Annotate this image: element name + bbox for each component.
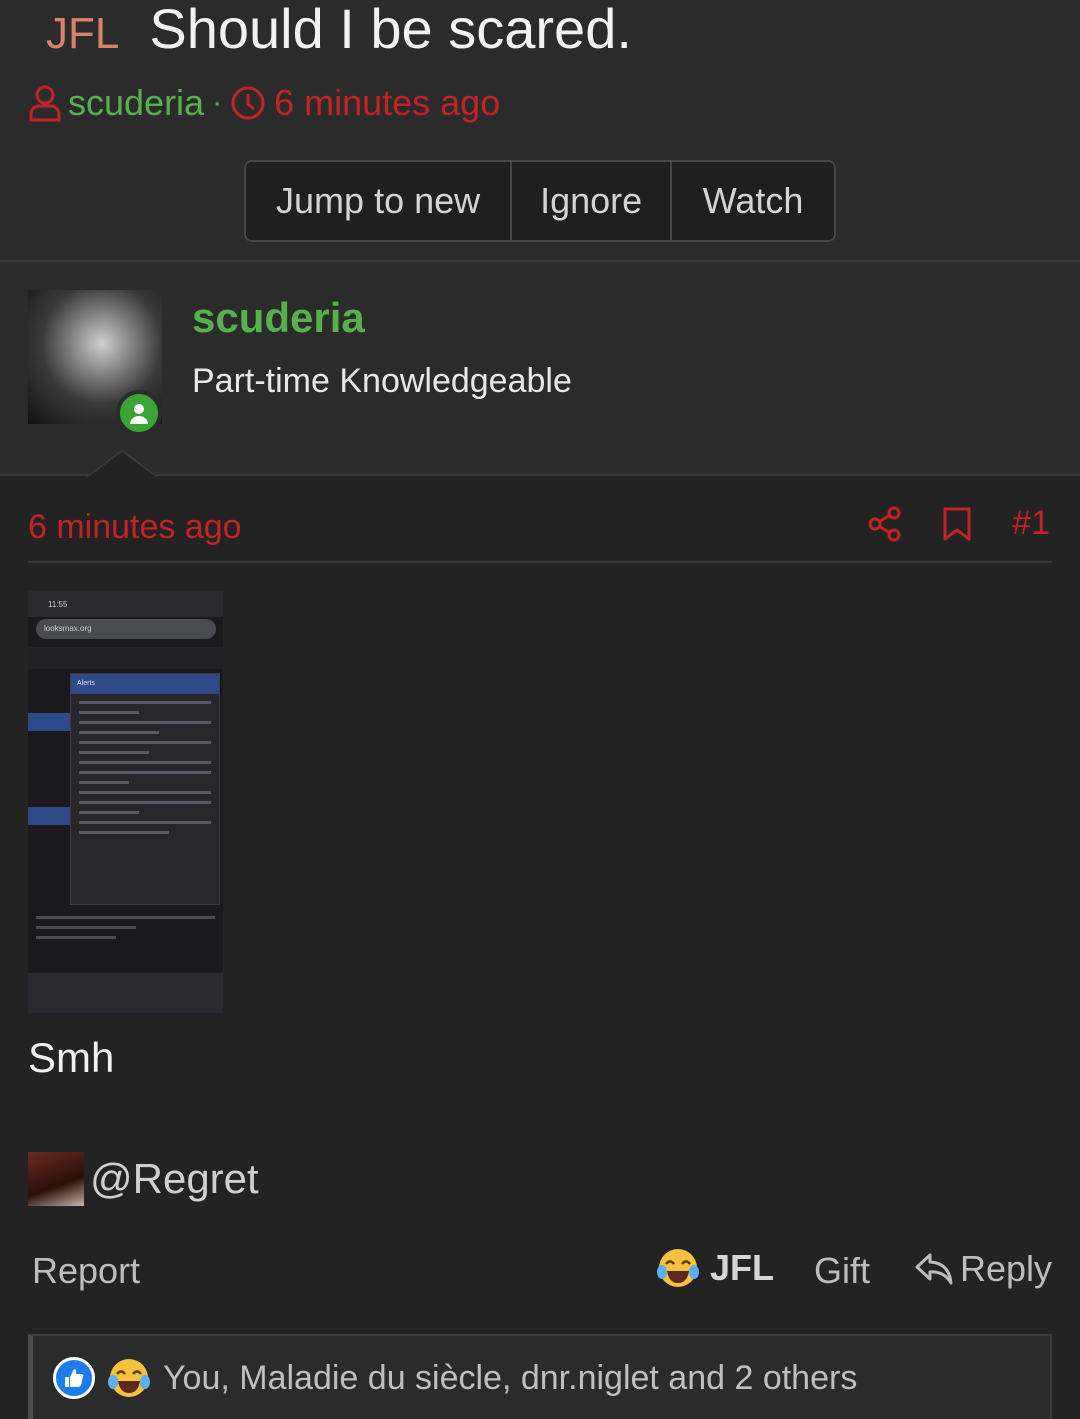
jump-to-new-button[interactable]: Jump to new	[246, 162, 513, 240]
bookmark-icon[interactable]	[942, 506, 972, 542]
post-user-block: scuderia Part-time Knowledgeable	[0, 262, 1080, 476]
user-icon	[28, 84, 62, 122]
attachment-alerts-panel: Alerts	[70, 673, 220, 905]
reply-label[interactable]: Reply	[960, 1248, 1052, 1290]
attachment-url-bar: looksmax.org	[36, 619, 216, 639]
thread-button-group: Jump to new Ignore Watch	[244, 160, 836, 242]
user-block-arrow-inner	[88, 452, 156, 477]
thread-header: JFL Should I be scared. scuderia · 6 min…	[0, 0, 1080, 262]
gift-link[interactable]: Gift	[814, 1250, 870, 1292]
post-actions: #1	[828, 504, 1050, 543]
attachment-alerts-header: Alerts	[71, 674, 219, 694]
like-icon	[53, 1357, 95, 1399]
attachment-rows	[28, 909, 223, 946]
attachment-label-block	[28, 713, 70, 731]
post-number[interactable]: #1	[1012, 504, 1050, 543]
reactions-summary[interactable]: You, Maladie du siècle, dnr.niglet and 2…	[163, 1359, 857, 1398]
online-status-icon	[116, 390, 162, 436]
user-mention[interactable]: @Regret	[28, 1152, 259, 1206]
attachment-bottom-bar	[28, 973, 223, 1013]
thread-title: Should I be scared.	[149, 0, 632, 60]
attachment-label-block	[28, 807, 70, 825]
meta-separator: ·	[212, 86, 223, 119]
reactions-bar[interactable]: You, Maladie du siècle, dnr.niglet and 2…	[28, 1334, 1052, 1419]
tears-of-joy-icon	[107, 1356, 151, 1400]
clock-icon	[230, 85, 266, 121]
thread-time[interactable]: 6 minutes ago	[274, 82, 500, 124]
reactions-inner: You, Maladie du siècle, dnr.niglet and 2…	[53, 1356, 857, 1400]
attachment-status-bar: 11:55	[28, 591, 223, 617]
thread-author[interactable]: scuderia	[68, 82, 204, 124]
reply-button[interactable]: Reply	[914, 1248, 1052, 1290]
reply-icon	[914, 1252, 954, 1286]
ignore-button[interactable]: Ignore	[512, 162, 673, 240]
post-image-attachment[interactable]: 11:55 looksmax.org Alerts	[28, 591, 223, 1013]
tears-of-joy-icon	[656, 1246, 700, 1290]
post-body: Smh	[28, 1034, 115, 1081]
post-footer: Report JFL Gift Reply	[0, 1244, 1080, 1300]
username[interactable]: scuderia	[192, 294, 365, 342]
post-divider	[28, 561, 1052, 563]
post-time[interactable]: 6 minutes ago	[28, 508, 242, 547]
user-title: Part-time Knowledgeable	[192, 362, 572, 400]
thread-meta: scuderia · 6 minutes ago	[28, 82, 500, 124]
react-button[interactable]: JFL	[656, 1246, 774, 1290]
watch-button[interactable]: Watch	[672, 162, 834, 240]
mention-text[interactable]: @Regret	[90, 1155, 259, 1203]
attachment-clock: 11:55	[48, 600, 68, 609]
share-icon[interactable]	[868, 506, 902, 542]
report-link[interactable]: Report	[32, 1250, 140, 1292]
thread-prefix[interactable]: JFL	[46, 9, 119, 59]
attachment-nav	[28, 647, 223, 669]
reaction-label[interactable]: JFL	[710, 1247, 774, 1289]
mention-avatar[interactable]	[28, 1152, 84, 1206]
thread-title-row: JFL Should I be scared.	[46, 0, 632, 61]
